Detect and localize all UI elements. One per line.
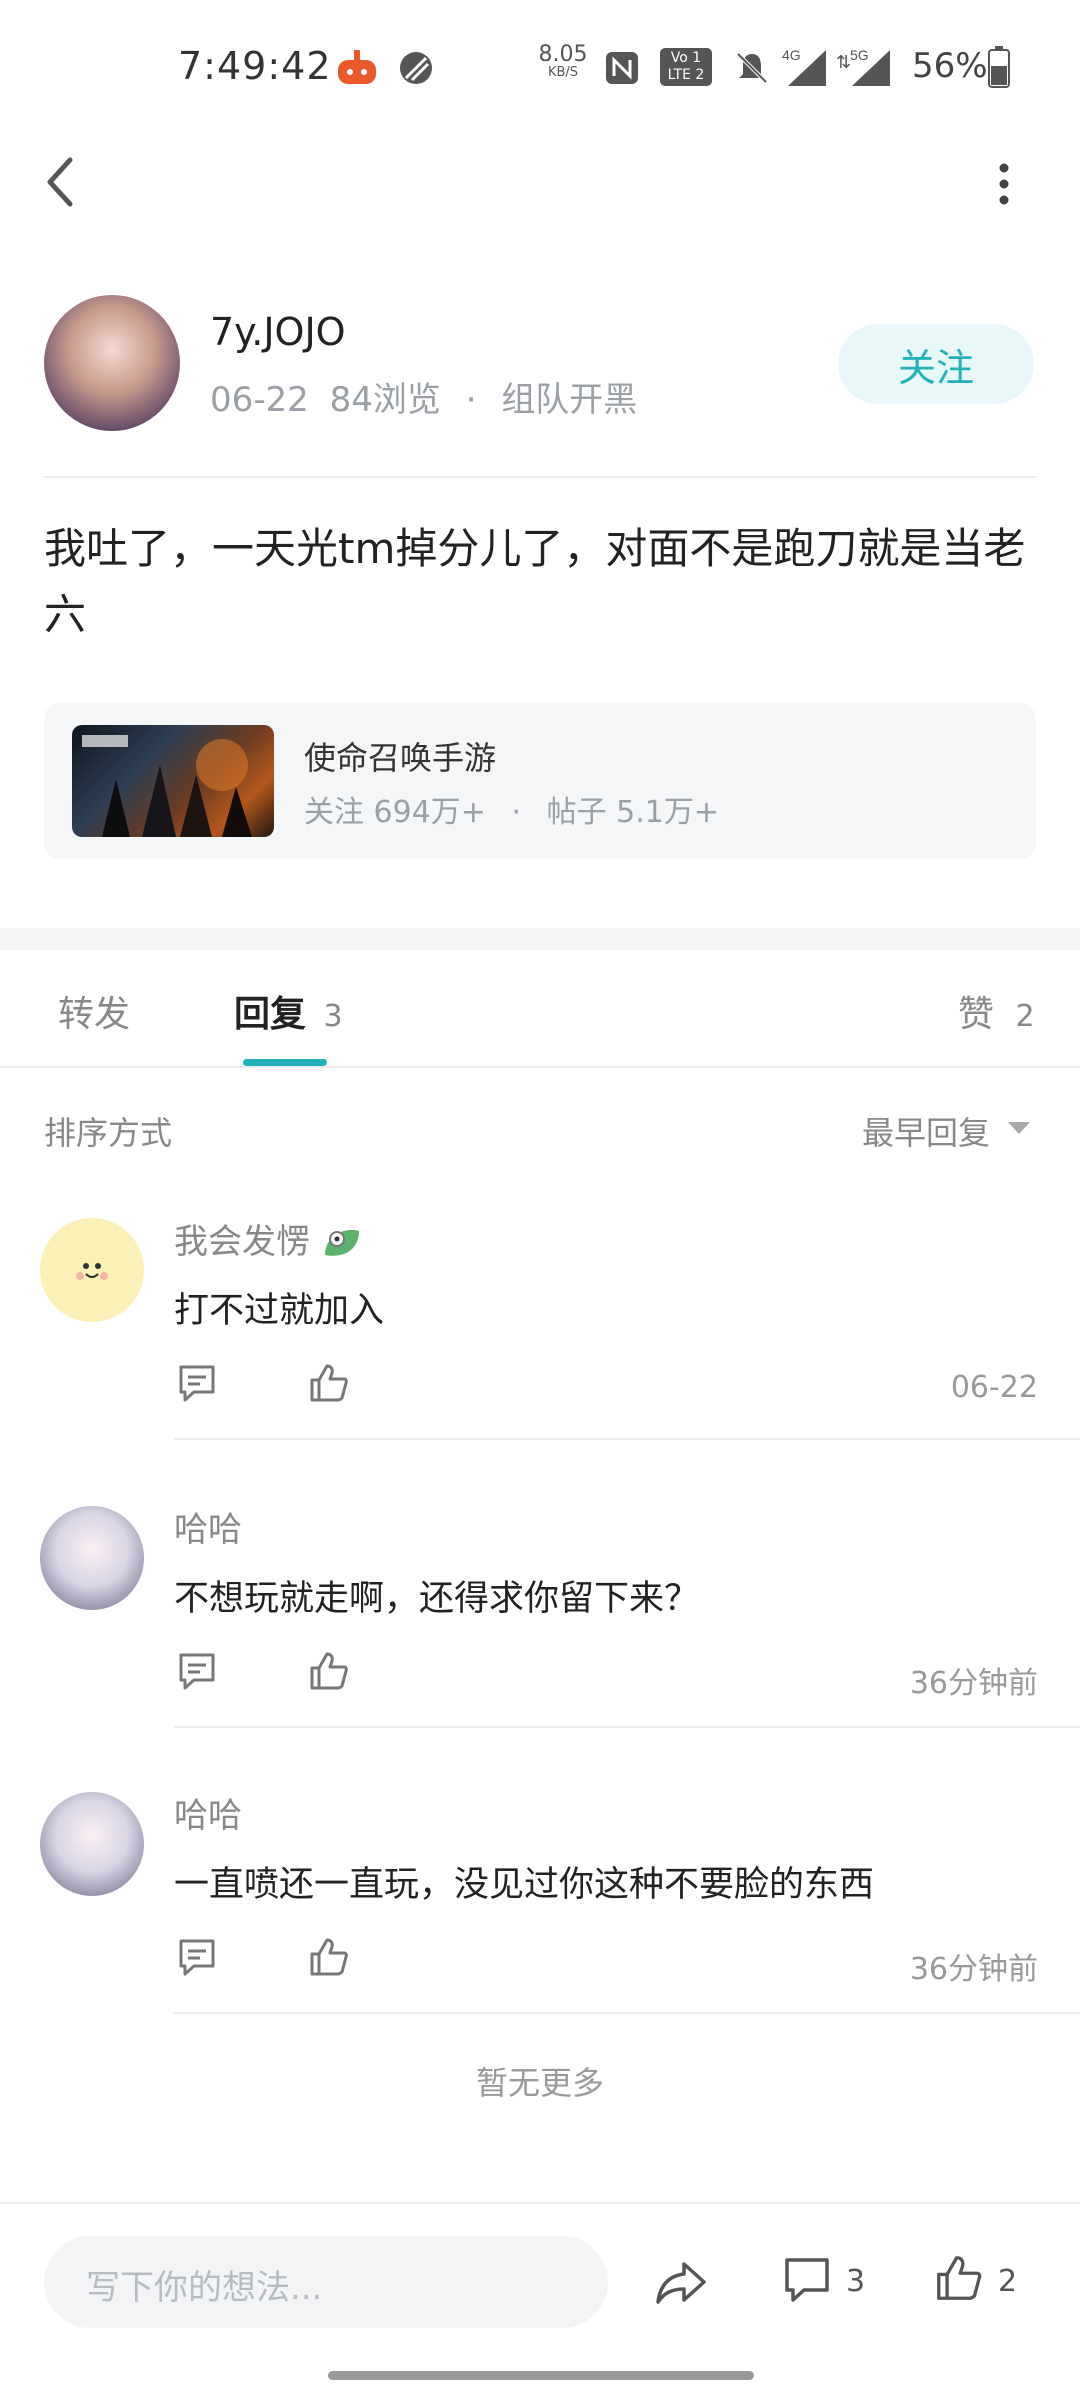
reply-button[interactable] [176, 1936, 218, 1982]
tab-forward-label: 转发 [58, 994, 131, 1035]
game-thumbnail [72, 725, 274, 837]
comment-time: 36分钟前 [909, 1666, 1038, 1701]
svg-text:5G: 5G [850, 47, 869, 63]
sort-triangle-icon[interactable] [1008, 1122, 1030, 1134]
commenter-avatar[interactable] [40, 1506, 144, 1610]
net-speed: 8.05 KB/S [538, 42, 588, 82]
signal-5g-icon: ⇅ 5G [834, 46, 892, 88]
commenter-name-text: 我会发愣 [174, 1222, 310, 1262]
tab-reply[interactable]: 回复 3 [234, 985, 343, 1037]
reply-icon [179, 1939, 215, 1976]
game-stats-dot: · [511, 795, 522, 830]
comment-count: 3 [846, 2264, 866, 2299]
thumb-up-icon [937, 2256, 982, 2300]
section-separator [0, 928, 1080, 950]
tab-forward[interactable]: 转发 [58, 985, 130, 1037]
post-date: 06-22 [210, 380, 309, 420]
comment-text: 不想玩就走啊，还得求你留下来？ [174, 1579, 700, 1619]
comment-time: 06-22 [950, 1370, 1038, 1405]
active-tab-indicator [243, 1059, 327, 1066]
divider [174, 1726, 1080, 1728]
post-views: 84浏览 [329, 380, 441, 420]
sort-label: 排序方式 [44, 1114, 173, 1152]
follow-button[interactable]: 关注 [838, 324, 1034, 404]
game-name: 使命召唤手游 [304, 739, 497, 777]
divider [174, 1438, 1080, 1440]
meta-dot: · [465, 380, 477, 420]
comment-count-button[interactable]: 3 [782, 2254, 892, 2310]
signal-4g-icon: 4G [782, 46, 828, 88]
game-followers: 关注 694万+ [304, 795, 486, 830]
comment-time: 36分钟前 [909, 1952, 1038, 1987]
post-category[interactable]: 组队开黑 [501, 380, 637, 420]
post-meta: 06-22 84浏览 · 组队开黑 [210, 372, 637, 421]
net-speed-value: 8.05 [538, 42, 588, 67]
volte-icon: Vo 1 LTE 2 [660, 48, 712, 86]
commenter-name[interactable]: 哈哈 [174, 1788, 242, 1837]
reply-icon [179, 1365, 215, 1402]
volte-label: Vo 1 LTE 2 [667, 50, 705, 83]
reply-icon [179, 1653, 215, 1690]
like-count-button[interactable]: 2 [934, 2252, 1044, 2308]
share-button[interactable] [654, 2254, 710, 2310]
comment-item: 哈哈 一直喷还一直玩，没见过你这种不要脸的东西 36分钟前 [0, 1770, 1080, 2014]
back-button[interactable] [40, 150, 84, 214]
share-icon [656, 2262, 706, 2304]
commenter-avatar[interactable] [40, 1218, 144, 1322]
post-content: 我吐了，一天光tm掉分儿了，对面不是跑刀就是当老六 [44, 524, 1026, 639]
game-art-image [82, 735, 252, 837]
commenter-name[interactable]: 哈哈 [174, 1502, 242, 1551]
tab-like[interactable]: 赞 2 [958, 985, 1035, 1037]
leaf-badge-icon [324, 1229, 359, 1256]
divider [174, 2012, 1080, 2014]
tab-like-label: 赞 [958, 994, 995, 1035]
game-card[interactable]: 使命召唤手游 关注 694万+ · 帖子 5.1万+ [44, 703, 1036, 859]
comment-icon [785, 2258, 829, 2302]
reply-button[interactable] [176, 1362, 218, 1408]
tab-reply-label: 回复 [234, 994, 307, 1035]
status-bar: 7:49:42 8.05 KB/S Vo 1 LTE 2 4G ⇅ 5G 56% [0, 0, 1080, 140]
like-button[interactable] [308, 1650, 350, 1696]
author-name[interactable]: 7y.JOJO [210, 310, 346, 354]
comment-item: 我会发愣 打不过就加入 06-22 [0, 1196, 1080, 1440]
like-count: 2 [998, 2264, 1018, 2299]
more-vertical-icon [999, 163, 1009, 205]
like-button[interactable] [308, 1362, 350, 1408]
thumb-up-icon [310, 1938, 348, 1976]
thumb-up-icon [310, 1652, 348, 1690]
no-more-label: 暂无更多 [475, 2064, 604, 2102]
author-avatar[interactable] [44, 295, 180, 431]
more-options-button[interactable] [990, 160, 1018, 208]
mute-bell-icon [734, 50, 770, 86]
game-posts: 帖子 5.1万+ [546, 795, 719, 830]
no-disturb-icon [398, 50, 434, 86]
comment-text: 一直喷还一直玩，没见过你这种不要脸的东西 [174, 1865, 875, 1905]
svg-text:⇅: ⇅ [836, 52, 851, 72]
comment-input-placeholder: 写下你的想法... [86, 2268, 323, 2308]
back-arrow-icon [47, 157, 73, 207]
reply-button[interactable] [176, 1650, 218, 1696]
comment-item: 哈哈 不想玩就走啊，还得求你留下来？ 36分钟前 [0, 1484, 1080, 1728]
commenter-name[interactable]: 我会发愣 [174, 1214, 363, 1263]
emoji-face-icon [76, 1263, 108, 1280]
battery-percent: 56% [912, 46, 988, 86]
nfc-icon [604, 50, 640, 86]
tab-like-count: 2 [1015, 999, 1035, 1034]
thumb-up-icon [310, 1364, 348, 1402]
like-button[interactable] [308, 1936, 350, 1982]
divider [0, 1066, 1080, 1068]
divider [44, 476, 1036, 478]
sort-dropdown[interactable]: 最早回复 [862, 1108, 990, 1154]
comment-input[interactable]: 写下你的想法... [44, 2236, 608, 2328]
battery-icon [988, 46, 1010, 88]
app-notification-icon [336, 48, 378, 88]
tab-reply-count: 3 [323, 999, 343, 1034]
commenter-avatar[interactable] [40, 1792, 144, 1896]
comment-text: 打不过就加入 [174, 1291, 385, 1331]
home-indicator[interactable] [328, 2371, 754, 2380]
divider [0, 2202, 1080, 2204]
game-stats: 关注 694万+ · 帖子 5.1万+ [304, 787, 719, 831]
status-time: 7:49:42 [178, 44, 332, 88]
sig-4g-text: 4G [782, 47, 801, 63]
